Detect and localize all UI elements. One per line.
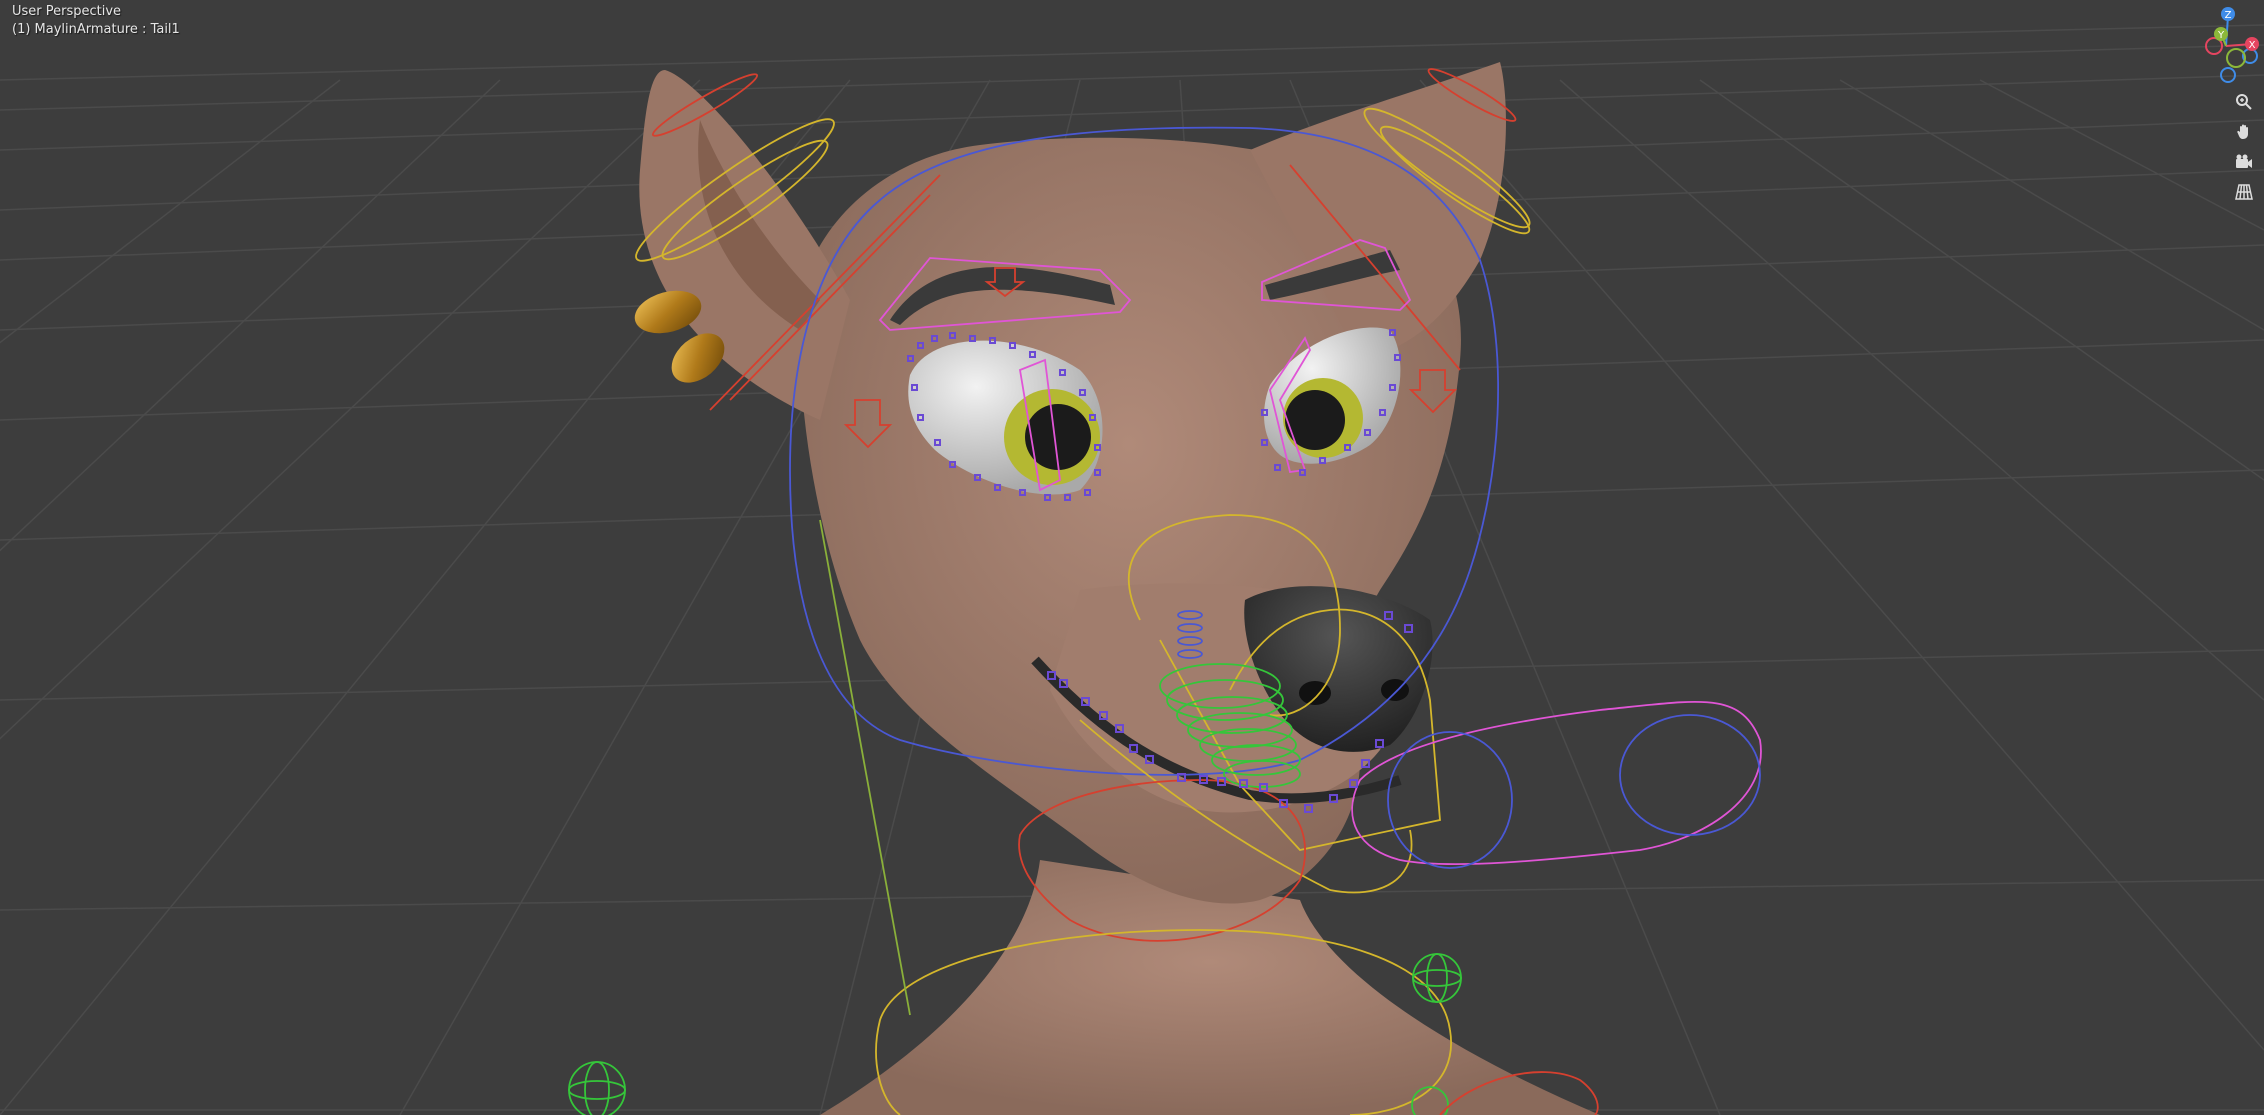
neg-z-axis-handle[interactable] — [2220, 67, 2236, 83]
active-object-info: (1) MaylinArmature : Tail1 — [12, 22, 180, 37]
z-axis-label: Z — [2225, 10, 2232, 21]
x-axis-label: X — [2249, 40, 2256, 51]
3d-viewport[interactable] — [0, 0, 2264, 1115]
y-axis-label: Y — [2217, 30, 2225, 41]
character-body[interactable] — [639, 62, 1600, 1115]
pan-button[interactable] — [2230, 118, 2258, 146]
perspective-toggle-button[interactable] — [2230, 178, 2258, 206]
viewport-title: User Perspective — [12, 4, 122, 19]
zoom-icon — [2236, 94, 2252, 110]
zoom-button[interactable] — [2230, 88, 2258, 116]
perspective-grid-icon — [2235, 184, 2253, 200]
navigation-gizmo[interactable]: Z Y X — [2164, 0, 2264, 90]
camera-icon — [2236, 154, 2252, 168]
pan-hand-icon — [2237, 124, 2248, 139]
camera-view-button[interactable] — [2230, 148, 2258, 176]
